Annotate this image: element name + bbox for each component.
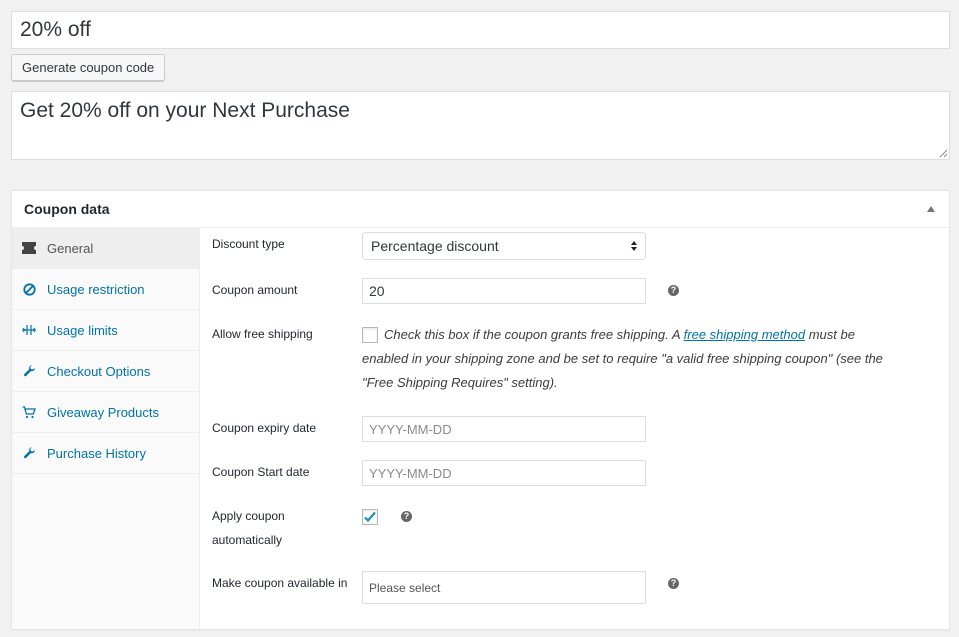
wrench-icon	[21, 445, 37, 461]
tab-general[interactable]: General	[12, 228, 199, 269]
discount-type-label: Discount type	[212, 237, 285, 251]
checkmark-icon	[364, 511, 376, 523]
expiry-date-input[interactable]: YYYY-MM-DD	[362, 416, 646, 442]
coupon-title-input[interactable]: 20% off	[11, 11, 950, 49]
discount-type-select[interactable]: Percentage discount	[362, 232, 646, 260]
available-in-label: Make coupon available in	[212, 576, 348, 590]
desc-text: Check this box if the coupon grants free…	[384, 327, 684, 342]
tab-usage-restriction[interactable]: Usage restriction	[12, 269, 199, 310]
tab-label: Giveaway Products	[47, 404, 159, 420]
coupon-description-textarea[interactable]: Get 20% off on your Next Purchase	[11, 91, 950, 160]
tab-usage-limits[interactable]: Usage limits	[12, 310, 199, 351]
desc-text: must be	[805, 327, 855, 342]
free-shipping-desc-line1: Check this box if the coupon grants free…	[362, 323, 922, 347]
coupon-amount-input[interactable]: 20	[362, 278, 646, 304]
tab-label: Purchase History	[47, 445, 146, 461]
start-date-label: Coupon Start date	[212, 465, 310, 479]
coupon-tabs: General Usage restriction Usage limits C…	[12, 228, 200, 629]
select-arrows-icon	[631, 241, 637, 251]
discount-type-value: Percentage discount	[371, 238, 499, 254]
tab-label: General	[47, 240, 94, 256]
free-shipping-method-link[interactable]: free shipping method	[684, 327, 805, 342]
help-icon[interactable]: ?	[668, 578, 679, 589]
coupon-data-panel: Coupon data General Usage restriction Us…	[11, 190, 950, 630]
tab-label: Usage restriction	[47, 281, 145, 297]
generate-coupon-code-button[interactable]: Generate coupon code	[11, 54, 166, 81]
apply-auto-checkbox[interactable]	[362, 509, 378, 525]
general-options-form: Discount type Percentage discount Coupon…	[201, 228, 949, 629]
free-shipping-desc-line3: "Free Shipping Requires" setting).	[362, 375, 558, 390]
free-shipping-label: Allow free shipping	[212, 327, 313, 341]
panel-header[interactable]: Coupon data	[12, 191, 949, 228]
collapse-arrow-icon[interactable]	[927, 206, 935, 212]
free-shipping-description: Check this box if the coupon grants free…	[362, 323, 922, 395]
panel-title: Coupon data	[24, 201, 110, 217]
apply-auto-label-line1: Apply coupon	[212, 509, 285, 523]
ticket-icon	[21, 240, 37, 256]
tab-giveaway-products[interactable]: Giveaway Products	[12, 392, 199, 433]
coupon-amount-label: Coupon amount	[212, 283, 298, 297]
blocked-icon	[21, 281, 37, 297]
start-date-input[interactable]: YYYY-MM-DD	[362, 460, 646, 486]
tab-purchase-history[interactable]: Purchase History	[12, 433, 199, 474]
limits-icon	[21, 322, 37, 338]
coupon-description-text: Get 20% off on your Next Purchase	[20, 99, 350, 122]
resize-grip-icon[interactable]	[939, 149, 948, 158]
tab-label: Usage limits	[47, 322, 118, 338]
available-in-select[interactable]: Please select	[362, 571, 646, 604]
help-icon[interactable]: ?	[668, 285, 679, 296]
wrench-icon	[21, 363, 37, 379]
tab-label: Checkout Options	[47, 363, 151, 379]
tab-checkout-options[interactable]: Checkout Options	[12, 351, 199, 392]
apply-auto-label-line2: automatically	[212, 533, 283, 547]
expiry-date-label: Coupon expiry date	[212, 421, 317, 435]
cart-icon	[21, 404, 37, 420]
help-icon[interactable]: ?	[401, 511, 412, 522]
free-shipping-desc-line2: enabled in your shipping zone and be set…	[362, 351, 883, 366]
